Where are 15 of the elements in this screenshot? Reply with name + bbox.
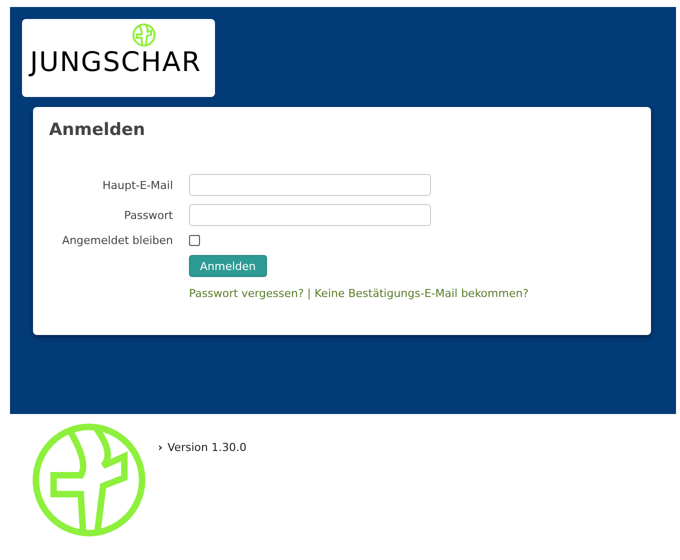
field-label: Passwort [123, 208, 173, 222]
remember-checkbox[interactable] [189, 235, 200, 246]
logo-text: JUNGSCHAR [30, 49, 202, 76]
input-field[interactable] [189, 204, 431, 226]
link[interactable]: Keine Bestätigungs-E-Mail bekommen? [314, 287, 529, 300]
link-separator: | [307, 287, 312, 300]
input-field[interactable] [189, 174, 431, 196]
emblem-icon [132, 23, 156, 47]
field-label: Haupt-E-Mail [101, 178, 173, 192]
login-title: Anmelden [49, 120, 146, 140]
link[interactable]: Passwort vergessen? [189, 287, 304, 300]
version-text: Version 1.30.0 [168, 441, 246, 455]
chevron-icon: › [158, 441, 163, 455]
login-button[interactable]: Anmelden [189, 255, 267, 277]
checkbox-label: Angemeldet bleiben [61, 234, 173, 247]
